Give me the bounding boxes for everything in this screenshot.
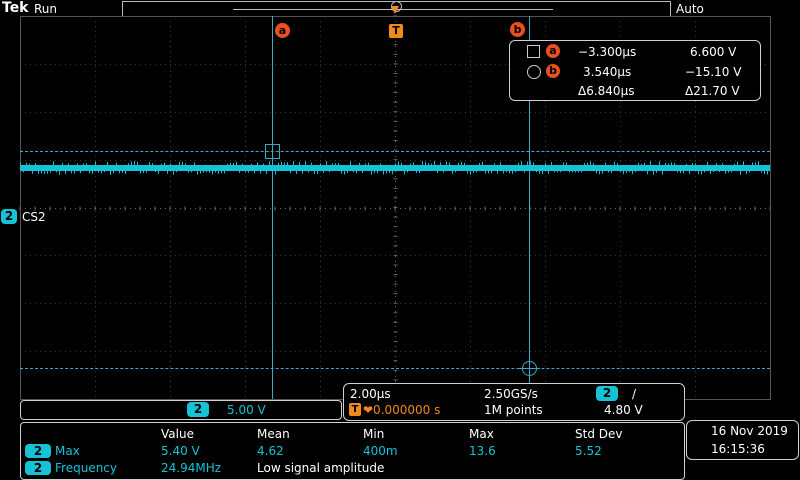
meas-row-1-channel-badge: 2 (25, 444, 51, 458)
meas-row-2-channel-badge: 2 (25, 461, 51, 475)
cursor-b-circle-icon (527, 65, 541, 79)
meas-header-value: Value (161, 427, 194, 441)
meas-header-std-dev: Std Dev (575, 427, 623, 441)
meas-row-1-mean: 4.62 (257, 444, 284, 458)
channel-scale-panel[interactable]: 2 5.00 V (20, 400, 342, 420)
meas-row-1-min: 400m (363, 444, 398, 458)
timebase-value: 2.00µs (350, 387, 391, 401)
cursor-b-value: −15.10 V (685, 65, 742, 79)
cursor-delta-value: Δ21.70 V (685, 84, 740, 98)
channel-2-ground-marker[interactable]: 2 (1, 209, 17, 224)
trigger-slope: / (632, 387, 637, 401)
trigger-position-value: ❤0.000000 s (363, 403, 441, 417)
meas-row-1-name: Max (55, 444, 80, 458)
sample-rate: 2.50GS/s (484, 387, 538, 401)
cursor-a-time: −3.300µs (578, 45, 637, 59)
meas-row-2-name: Frequency (55, 461, 117, 475)
meas-row-1-max: 13.6 (469, 444, 496, 458)
trigger-level: 4.80 V (604, 403, 643, 417)
channel-scale-value: 5.00 V (227, 403, 266, 417)
cursor-b-time: 3.540µs (583, 65, 632, 79)
date-display: 16 Nov 2019 (711, 424, 788, 438)
cursor-readout-panel[interactable]: a −3.300µs 6.600 V b 3.540µs −15.10 V Δ6… (509, 40, 761, 101)
meas-row-2-note: Low signal amplitude (257, 461, 385, 475)
cursor-delta-time: Δ6.840µs (578, 84, 635, 98)
cursor-b-readout-badge: b (546, 64, 560, 78)
trigger-source-badge: 2 (596, 386, 618, 401)
meas-row-1-value: 5.40 V (161, 444, 200, 458)
cursor-a-value: 6.600 V (690, 45, 737, 59)
channel-scale-badge: 2 (187, 402, 209, 417)
measurements-panel[interactable]: Value Mean Min Max Std Dev 2 Max 5.40 V … (20, 422, 685, 480)
cursor-a-square-icon (527, 45, 540, 58)
acquisition-panel[interactable]: 2.00µs 2.50GS/s 2 / T ❤0.000000 s 1M poi… (343, 383, 685, 421)
meas-header-mean: Mean (257, 427, 290, 441)
meas-header-min: Min (363, 427, 385, 441)
time-display: 16:15:36 (711, 442, 765, 456)
record-length: 1M points (484, 403, 543, 417)
cursor-a-readout-badge: a (546, 44, 560, 58)
channel-label: CS2 (22, 210, 46, 224)
meas-row-2-value: 24.94MHz (161, 461, 222, 475)
trigger-position-icon: T (349, 403, 361, 416)
meas-row-1-std-dev: 5.52 (575, 444, 602, 458)
datetime-panel[interactable]: 16 Nov 2019 16:15:36 (686, 420, 799, 460)
meas-header-max: Max (469, 427, 494, 441)
